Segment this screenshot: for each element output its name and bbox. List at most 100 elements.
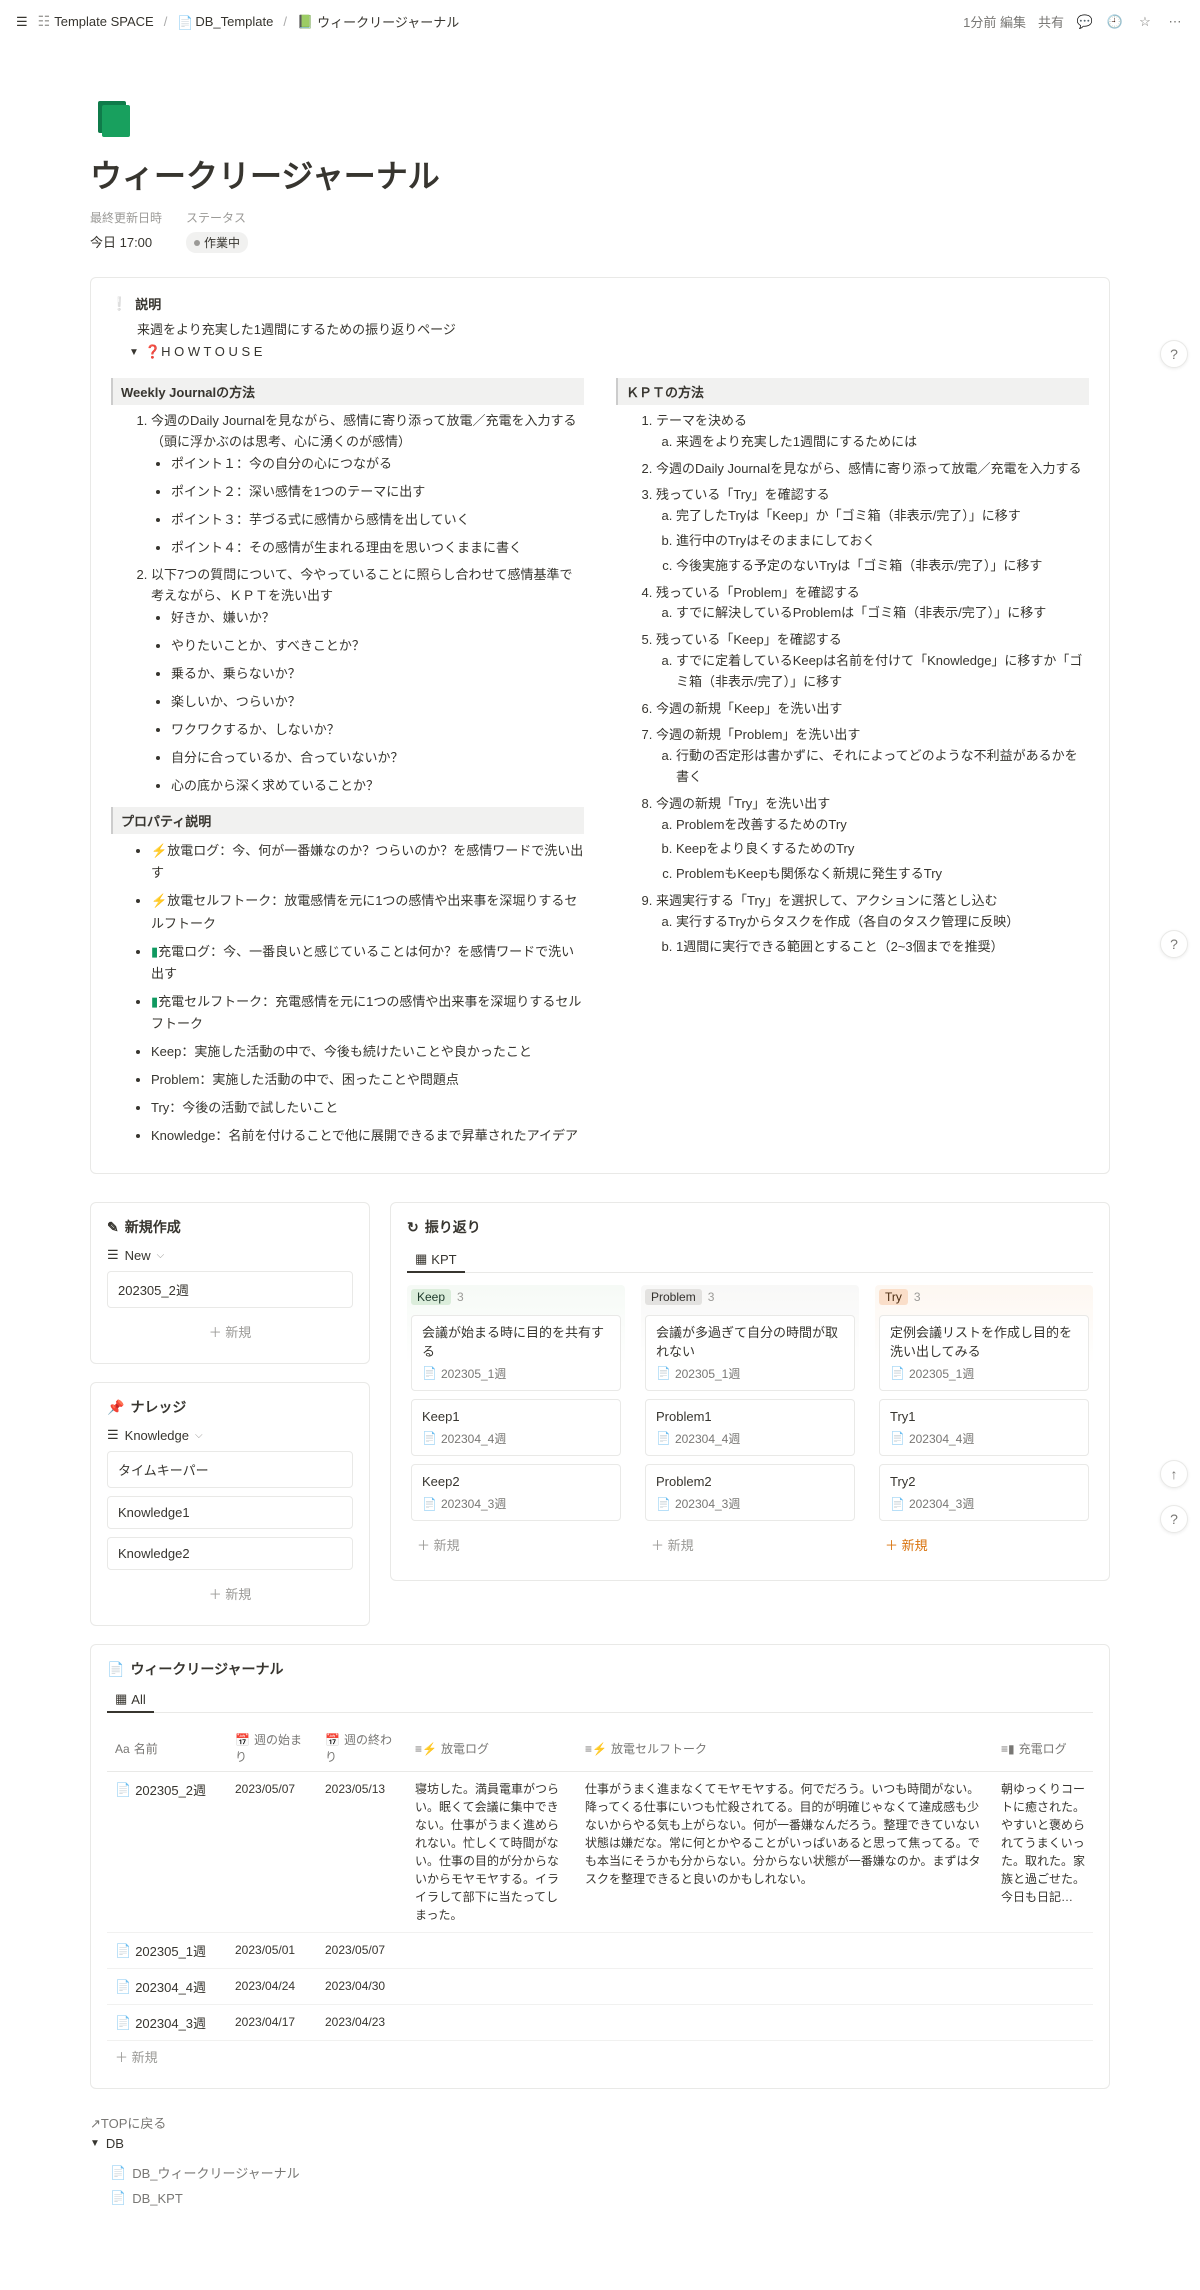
cell[interactable] [577, 1933, 993, 1969]
doc-icon: 📄 [656, 1497, 671, 1511]
cell[interactable] [993, 1933, 1093, 1969]
board-card[interactable]: Problem1📄202304_4週 [645, 1399, 855, 1456]
cell[interactable] [577, 1969, 993, 2005]
cell[interactable]: 2023/04/30 [317, 1969, 407, 2005]
cell[interactable] [993, 2005, 1093, 2041]
doc-icon: 📄 [422, 1497, 437, 1511]
share-button[interactable]: 共有 [1038, 12, 1064, 31]
comment-icon[interactable]: 💬 [1076, 13, 1094, 31]
page-link[interactable]: 📄202305_1週 [115, 1941, 219, 1960]
card-title: 定例会議リストを作成し目的を洗い出してみる [890, 1324, 1078, 1360]
doc-icon: 📄 [115, 2015, 131, 2031]
column-header[interactable]: ≡⚡放電セルフトーク [577, 1725, 993, 1772]
callout-subtitle: 来週をより充実した1週間にするための振り返りページ [111, 319, 1089, 338]
column-header[interactable]: 📅週の始まり [227, 1725, 317, 1772]
cell[interactable] [407, 1933, 577, 1969]
card-link: 📄202304_4週 [656, 1430, 844, 1447]
list-item: 楽しいか、つらいか？ [171, 691, 584, 713]
column-tag: Try [879, 1289, 908, 1305]
list-item: 自分に合っているか、合っていないか？ [171, 747, 584, 769]
column-header[interactable]: 📅週の終わり [317, 1725, 407, 1772]
add-row-button[interactable]: ＋ 新規 [107, 2041, 1093, 2072]
board-card[interactable]: Keep1📄202304_4週 [411, 1399, 621, 1456]
card-link: 📄202305_1週 [890, 1365, 1078, 1382]
list-item: Knowledge：名前を付けることで他に展開できるまで昇華されたアイデア [151, 1125, 584, 1147]
board-card[interactable]: Try2📄202304_3週 [879, 1464, 1089, 1521]
card-link: 📄202304_3週 [656, 1495, 844, 1512]
list-item[interactable]: Knowledge1 [107, 1496, 353, 1529]
table-row: 📄202305_2週 2023/05/072023/05/13寝坊した。満員電車が… [107, 1772, 1093, 1933]
list-item: 実行するTryからタスクを作成（各自のタスク管理に反映） [676, 912, 1089, 933]
cell[interactable]: 寝坊した。満員電車がつらい。眠くて会議に集中できない。仕事がうまく進められない。… [407, 1772, 577, 1933]
back-to-top[interactable]: ↗TOPに戻る [90, 2109, 1110, 2136]
list-item[interactable]: 202305_2週 [107, 1271, 353, 1308]
list-item: Keepをより良くするためのTry [676, 839, 1089, 860]
chevron-down-icon: ⌵ [195, 1430, 203, 1441]
help-button[interactable]: ? [1160, 1505, 1188, 1533]
cell[interactable] [407, 2005, 577, 2041]
add-card-button[interactable]: ＋ 新規 [879, 1529, 1089, 1560]
list-item: 来週実行する「Try」を選択して、アクションに落とし込む実行するTryからタスク… [656, 891, 1089, 957]
view-knowledge[interactable]: ☰Knowledge⌵ [107, 1427, 353, 1443]
column-header[interactable]: ≡⚡放電ログ [407, 1725, 577, 1772]
page-icon[interactable] [90, 83, 150, 143]
db-link[interactable]: 📄DB_KPT [110, 2186, 1110, 2210]
cell[interactable]: 2023/05/07 [227, 1772, 317, 1933]
cell[interactable] [407, 1969, 577, 2005]
star-icon[interactable]: ☆ [1136, 13, 1154, 31]
cell[interactable]: 2023/05/01 [227, 1933, 317, 1969]
list-item[interactable]: タイムキーパー [107, 1451, 353, 1488]
breadcrumb-item-0[interactable]: ☷Template SPACE [34, 11, 158, 32]
column-header[interactable]: ≡▮充電ログ [993, 1725, 1093, 1772]
list-item[interactable]: Knowledge2 [107, 1537, 353, 1570]
section-kpt-method: ＫＰＴの方法 [616, 378, 1089, 405]
page-link[interactable]: 📄202304_3週 [115, 2013, 219, 2032]
cell[interactable] [993, 1969, 1093, 2005]
cell[interactable]: 朝ゆっくりコートに癒された。やすいと褒められてうまくいった。取れた。家族と過ごせ… [993, 1772, 1093, 1933]
menu-icon[interactable]: ☰ [16, 14, 28, 30]
db-toggle[interactable]: ▼DB [90, 2136, 1110, 2151]
cell[interactable]: 2023/04/24 [227, 1969, 317, 2005]
view-new[interactable]: ☰New⌵ [107, 1247, 353, 1263]
column-header[interactable]: Aa名前 [107, 1725, 227, 1772]
board-card[interactable]: Keep2📄202304_3週 [411, 1464, 621, 1521]
cell[interactable]: 2023/05/13 [317, 1772, 407, 1933]
tab-kpt[interactable]: ▦KPT [407, 1247, 465, 1273]
add-new-button[interactable]: ＋ 新規 [107, 1316, 353, 1347]
page-title[interactable]: ウィークリージャーナル [90, 151, 1110, 197]
cell[interactable]: 仕事がうまく進まなくてモヤモヤする。何でだろう。いつも時間がない。降ってくる仕事… [577, 1772, 993, 1933]
page-link[interactable]: 📄202304_4週 [115, 1977, 219, 1996]
status-badge[interactable]: 作業中 [186, 232, 248, 253]
breadcrumb-item-1[interactable]: 📄DB_Template [173, 12, 277, 31]
cell[interactable] [577, 2005, 993, 2041]
cell[interactable]: 2023/04/17 [227, 2005, 317, 2041]
list-item: ポイント２：深い感情を1つのテーマに出す [171, 481, 584, 503]
board-card[interactable]: Problem2📄202304_3週 [645, 1464, 855, 1521]
board-card[interactable]: 定例会議リストを作成し目的を洗い出してみる 📄202305_1週 [879, 1315, 1089, 1390]
chevron-down-icon: ▼ [90, 2138, 100, 2149]
add-card-button[interactable]: ＋ 新規 [411, 1529, 621, 1560]
help-button[interactable]: ? [1160, 340, 1188, 368]
table-row: 📄202305_1週 2023/05/012023/05/07 [107, 1933, 1093, 1969]
doc-icon: 📄 [110, 2190, 126, 2206]
db-link[interactable]: 📄DB_ウィークリージャーナル [110, 2159, 1110, 2186]
clock-icon[interactable]: 🕘 [1106, 13, 1124, 31]
list-item: やりたいことか、すべきことか？ [171, 635, 584, 657]
tab-all[interactable]: ▦All [107, 1687, 154, 1713]
page-link[interactable]: 📄202305_2週 [115, 1780, 219, 1799]
cell[interactable]: 2023/05/07 [317, 1933, 407, 1969]
add-new-button[interactable]: ＋ 新規 [107, 1578, 353, 1609]
cell[interactable]: 2023/04/23 [317, 2005, 407, 2041]
howto-toggle[interactable]: ▼❓H O W T O U S E [111, 344, 1089, 360]
page-properties: 最終更新日時 今日 17:00 ステータス 作業中 [90, 209, 1110, 253]
board-card[interactable]: 会議が始まる時に目的を共有する📄202305_1週 [411, 1315, 621, 1390]
board-card[interactable]: Try1📄202304_4週 [879, 1399, 1089, 1456]
scroll-top-button[interactable]: ↑ [1160, 1460, 1188, 1488]
doc-icon: 📄 [890, 1366, 905, 1380]
help-button[interactable]: ? [1160, 930, 1188, 958]
add-card-button[interactable]: ＋ 新規 [645, 1529, 855, 1560]
breadcrumb-item-2[interactable]: 📗ウィークリージャーナル [293, 10, 463, 33]
more-icon[interactable]: ⋯ [1166, 13, 1184, 31]
board-card[interactable]: 会議が多過ぎて自分の時間が取れない📄202305_1週 [645, 1315, 855, 1390]
topbar-actions: 1分前 編集 共有 💬 🕘 ☆ ⋯ [963, 12, 1184, 31]
